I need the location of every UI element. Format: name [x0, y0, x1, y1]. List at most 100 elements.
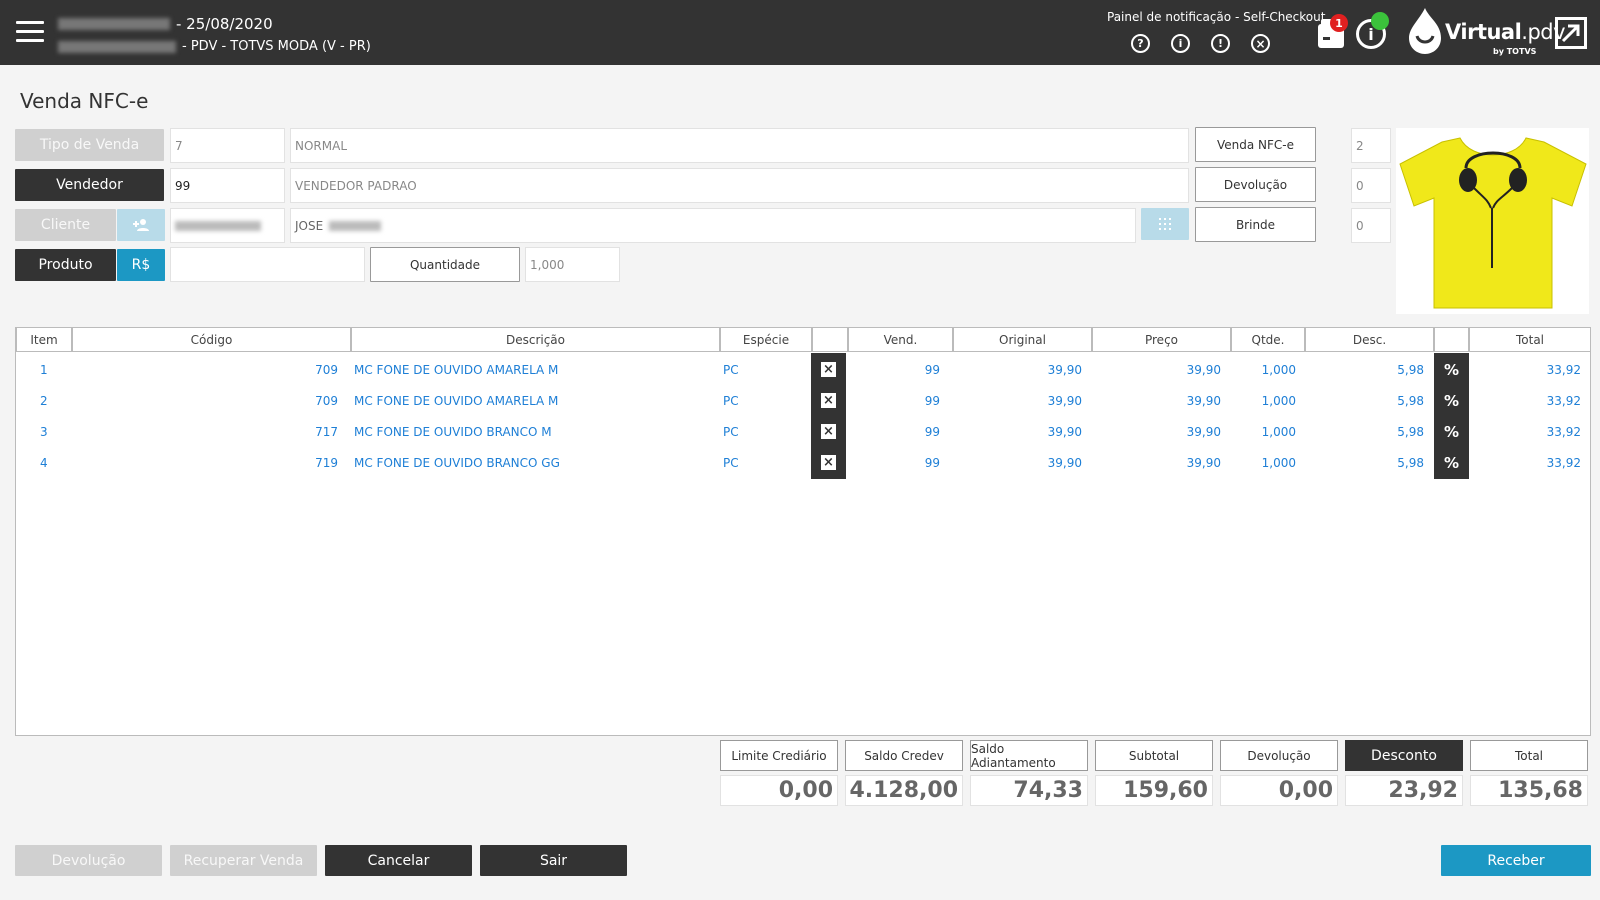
desconto-button[interactable]: Desconto — [1345, 740, 1463, 771]
table-cell-codigo[interactable]: 719 — [72, 447, 338, 478]
produto-input[interactable] — [170, 247, 365, 282]
brinde-button[interactable]: Brinde — [1195, 207, 1316, 242]
table-cell-descricao[interactable]: MC FONE DE OUVIDO AMARELA M — [354, 354, 558, 385]
table-cell-desc[interactable]: 5,98 — [1305, 385, 1424, 416]
warning-icon[interactable]: ! — [1211, 34, 1230, 53]
cancelar-button[interactable]: Cancelar — [325, 845, 472, 876]
discount-item-button[interactable]: % — [1434, 384, 1469, 417]
limite-crediario-label[interactable]: Limite Crediário — [720, 740, 838, 771]
table-cell-codigo[interactable]: 709 — [72, 385, 338, 416]
devolucao-button[interactable]: Devolução — [1195, 167, 1316, 202]
remove-item-button[interactable]: × — [811, 353, 846, 386]
table-cell-codigo[interactable]: 709 — [72, 354, 338, 385]
col-header-qtde: Qtde. — [1231, 328, 1305, 352]
table-cell-preco[interactable]: 39,90 — [1092, 416, 1221, 447]
receber-button[interactable]: Receber — [1441, 845, 1591, 876]
table-cell-vend[interactable]: 99 — [848, 447, 940, 478]
table-cell-original[interactable]: 39,90 — [953, 385, 1082, 416]
table-cell-vend[interactable]: 99 — [848, 354, 940, 385]
table-cell-especie[interactable]: PC — [723, 354, 739, 385]
table-cell-preco[interactable]: 39,90 — [1092, 354, 1221, 385]
table-cell-desc[interactable]: 5,98 — [1305, 447, 1424, 478]
tipo-venda-button[interactable]: Tipo de Venda — [15, 129, 164, 161]
info-icon[interactable]: i — [1171, 34, 1190, 53]
col-header-preco: Preço — [1092, 328, 1231, 352]
quantidade-field[interactable]: 1,000 — [525, 247, 620, 282]
sair-button[interactable]: Sair — [480, 845, 627, 876]
table-cell-descricao[interactable]: MC FONE DE OUVIDO AMARELA M — [354, 385, 558, 416]
table-cell-original[interactable]: 39,90 — [953, 354, 1082, 385]
hamburger-menu-icon[interactable] — [16, 21, 44, 43]
col-header-vend: Vend. — [848, 328, 953, 352]
table-cell-original[interactable]: 39,90 — [953, 447, 1082, 478]
table-cell-vend[interactable]: 99 — [848, 385, 940, 416]
redacted-client-code — [175, 220, 261, 231]
venda-nfce-button[interactable]: Venda NFC-e — [1195, 127, 1316, 162]
header-date: - 25/08/2020 — [176, 15, 273, 33]
top-bar: - 25/08/2020 - PDV - TOTVS MODA (V - PR)… — [0, 0, 1600, 65]
col-header-original: Original — [953, 328, 1092, 352]
devolucao-total-label[interactable]: Devolução — [1220, 740, 1338, 771]
table-cell-desc[interactable]: 5,98 — [1305, 354, 1424, 385]
table-cell-item[interactable]: 4 — [40, 447, 48, 478]
discount-item-button[interactable]: % — [1434, 415, 1469, 448]
table-cell-preco[interactable]: 39,90 — [1092, 385, 1221, 416]
keypad-button[interactable] — [1141, 208, 1189, 240]
cliente-name-field: JOSE — [290, 208, 1136, 243]
price-lookup-button[interactable]: R$ — [117, 249, 165, 281]
discount-item-button[interactable]: % — [1434, 446, 1469, 479]
table-cell-qtde[interactable]: 1,000 — [1231, 447, 1296, 478]
table-cell-original[interactable]: 39,90 — [953, 416, 1082, 447]
table-cell-qtde[interactable]: 1,000 — [1231, 385, 1296, 416]
recuperar-venda-button[interactable]: Recuperar Venda — [170, 845, 317, 876]
remove-item-button[interactable]: × — [811, 384, 846, 417]
remove-item-button[interactable]: × — [811, 446, 846, 479]
vendedor-button[interactable]: Vendedor — [15, 169, 164, 201]
online-status-dot — [1371, 12, 1389, 30]
help-icon[interactable]: ? — [1131, 34, 1150, 53]
table-cell-qtde[interactable]: 1,000 — [1231, 416, 1296, 447]
venda-nfce-count: 2 — [1351, 128, 1391, 163]
table-cell-total[interactable]: 33,92 — [1469, 354, 1581, 385]
table-cell-total[interactable]: 33,92 — [1469, 385, 1581, 416]
col-header-especie: Espécie — [720, 328, 812, 352]
percent-icon: % — [1443, 422, 1460, 441]
table-cell-desc[interactable]: 5,98 — [1305, 416, 1424, 447]
table-cell-vend[interactable]: 99 — [848, 416, 940, 447]
table-cell-descricao[interactable]: MC FONE DE OUVIDO BRANCO GG — [354, 447, 560, 478]
discount-item-button[interactable]: % — [1434, 353, 1469, 386]
remove-item-button[interactable]: × — [811, 415, 846, 448]
table-cell-item[interactable]: 2 — [40, 385, 48, 416]
saldo-credev-label[interactable]: Saldo Credev — [845, 740, 963, 771]
table-cell-especie[interactable]: PC — [723, 447, 739, 478]
table-cell-descricao[interactable]: MC FONE DE OUVIDO BRANCO M — [354, 416, 552, 447]
cliente-button[interactable]: Cliente — [15, 209, 116, 241]
table-cell-total[interactable]: 33,92 — [1469, 416, 1581, 447]
saldo-credev-value: 4.128,00 — [845, 775, 963, 806]
table-cell-total[interactable]: 33,92 — [1469, 447, 1581, 478]
produto-button[interactable]: Produto — [15, 249, 116, 281]
sale-items-table: Item Código Descrição Espécie Vend. Orig… — [15, 327, 1591, 736]
close-circle-icon[interactable]: × — [1251, 34, 1270, 53]
table-cell-preco[interactable]: 39,90 — [1092, 447, 1221, 478]
total-label: Total — [1470, 740, 1588, 771]
table-cell-item[interactable]: 1 — [40, 354, 48, 385]
table-cell-item[interactable]: 3 — [40, 416, 48, 447]
table-cell-codigo[interactable]: 717 — [72, 416, 338, 447]
saldo-adiantamento-label[interactable]: Saldo Adiantamento — [970, 740, 1088, 771]
vendedor-code-field[interactable]: 99 — [170, 168, 285, 203]
tipo-venda-code-field[interactable]: 7 — [170, 128, 285, 163]
vendedor-desc-field: VENDEDOR PADRAO — [290, 168, 1189, 203]
devolucao-footer-button[interactable]: Devolução — [15, 845, 162, 876]
table-cell-especie[interactable]: PC — [723, 385, 739, 416]
quantidade-button[interactable]: Quantidade — [370, 247, 520, 282]
tipo-venda-desc-field: NORMAL — [290, 128, 1189, 163]
cliente-code-field[interactable] — [170, 208, 285, 243]
expand-window-icon[interactable] — [1555, 17, 1587, 49]
table-cell-especie[interactable]: PC — [723, 416, 739, 447]
devolucao-count: 0 — [1351, 168, 1391, 203]
header-store: - PDV - TOTVS MODA (V - PR) — [182, 39, 371, 54]
logo-subtext: by TOTVS — [1493, 47, 1537, 56]
add-client-button[interactable] — [117, 209, 165, 241]
table-cell-qtde[interactable]: 1,000 — [1231, 354, 1296, 385]
